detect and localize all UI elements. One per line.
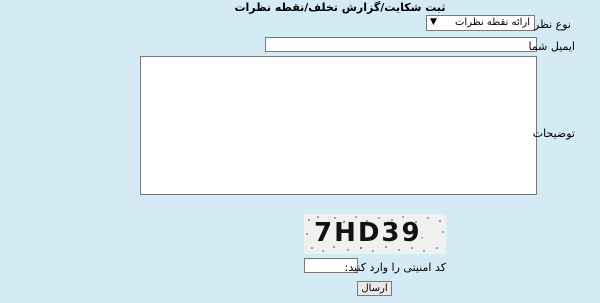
description-textarea[interactable] bbox=[140, 56, 537, 195]
complaint-type-selected: ارائه نقطه نظرات bbox=[455, 17, 530, 28]
captcha-code: 7HD39 bbox=[314, 218, 422, 248]
email-field[interactable] bbox=[265, 37, 537, 52]
chevron-down-icon[interactable]: ▼ bbox=[430, 17, 437, 27]
captcha-label: کد امنیتی را وارد کنید: bbox=[344, 261, 446, 274]
email-label: ایمیل شما bbox=[528, 40, 575, 53]
complaint-type-label: نوع نظر bbox=[534, 18, 571, 31]
form-title: ثبت شکایت/گزارش تخلف/نقطه نظرات bbox=[234, 1, 446, 14]
complaint-type-select[interactable]: ▼ ارائه نقطه نظرات bbox=[426, 15, 535, 31]
description-label: توضیحات bbox=[532, 127, 575, 140]
submit-button[interactable]: ارسال bbox=[357, 281, 392, 296]
captcha-image: 7HD39 bbox=[304, 214, 446, 254]
